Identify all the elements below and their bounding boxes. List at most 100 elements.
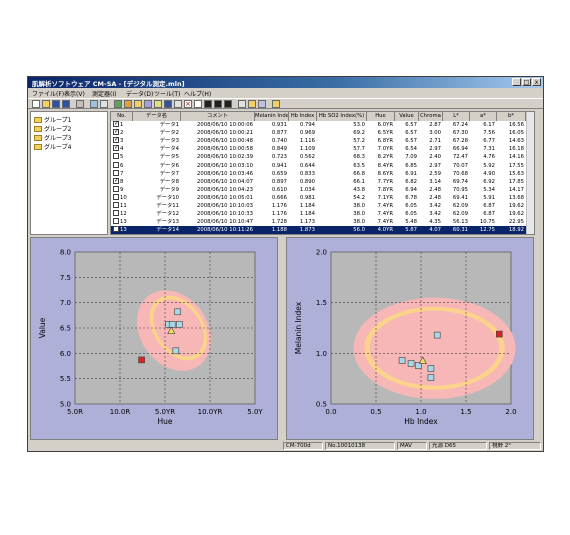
save-icon[interactable] — [52, 100, 60, 108]
menu-help[interactable]: ヘルプ(H) — [184, 89, 211, 98]
tree-item-group2[interactable]: グループ2 — [34, 124, 71, 133]
table-row[interactable]: 13 データ14 2008/06/10 10:11:26 1.188 1.873 56.0… — [111, 226, 526, 234]
column-header-hbso2[interactable]: Hb SO2 Index(%) — [317, 112, 367, 121]
flag-icon[interactable] — [224, 100, 232, 108]
edit-icon[interactable] — [154, 100, 162, 108]
open-folder-icon[interactable] — [42, 100, 50, 108]
chart-icon[interactable] — [114, 100, 122, 108]
minimize-button[interactable]: _ — [512, 78, 521, 86]
delete-icon[interactable]: × — [184, 100, 192, 108]
row-checkbox[interactable] — [113, 137, 119, 144]
column-header-comment[interactable]: コメント — [181, 112, 255, 121]
x-tick-label: 0.0 — [325, 408, 336, 416]
x-tick-label: 10.0YR — [198, 408, 223, 416]
menu-view[interactable]: 表示(V) — [64, 89, 85, 98]
row-number: 10 — [120, 194, 127, 201]
tree-item-group3[interactable]: グループ3 — [34, 133, 72, 142]
info-icon[interactable] — [164, 100, 172, 108]
y-tick-label: 1.5 — [316, 299, 327, 307]
tree-item-label: グループ3 — [44, 135, 72, 142]
copy-icon[interactable] — [144, 100, 152, 108]
status-serial: No.10010138 — [325, 442, 395, 450]
x-tick-label: 5.0R — [67, 408, 83, 416]
table-cell: 12.75 — [479, 227, 495, 234]
menu-data[interactable]: データ(D) — [126, 89, 153, 98]
row-checkbox[interactable] — [113, 153, 119, 160]
row-number: 7 — [120, 170, 124, 177]
row-number: 12 — [120, 211, 127, 218]
data-point — [427, 374, 435, 381]
data-point — [168, 321, 176, 328]
help-icon[interactable] — [272, 100, 280, 108]
print-icon[interactable] — [76, 100, 84, 108]
table-header: No. データ名 コメント Melanin Index Hb Index Hb SO2 I… — [111, 112, 526, 121]
x-axis-label: Hue — [157, 417, 172, 426]
menu-file[interactable]: ファイル(F) — [32, 89, 64, 98]
column-header-value[interactable]: Value — [395, 112, 419, 121]
column-header-chroma[interactable]: Chroma — [419, 112, 443, 121]
x-tick-label: 2.0 — [505, 408, 516, 416]
table-cell: 1.188 — [271, 227, 287, 234]
settings-icon[interactable] — [238, 100, 246, 108]
row-checkbox[interactable] — [113, 169, 119, 176]
row-checkbox[interactable] — [113, 210, 119, 217]
row-number: 13 — [120, 219, 127, 226]
tree-item-group1[interactable]: グループ1 — [34, 115, 71, 124]
x-tick-label: 0.5 — [370, 408, 381, 416]
row-checkbox[interactable] — [113, 202, 119, 208]
record-icon[interactable] — [204, 100, 212, 108]
tree-item-group4[interactable]: グループ4 — [34, 142, 71, 151]
maximize-button[interactable]: □ — [522, 78, 531, 86]
row-checkbox[interactable] — [113, 185, 119, 192]
data-point — [172, 347, 180, 355]
row-checkbox[interactable] — [113, 145, 119, 152]
y-tick-label: 5.0 — [60, 401, 71, 409]
table-cell: 13 — [111, 226, 133, 234]
measure-icon[interactable] — [90, 100, 98, 108]
menu-tools[interactable]: ツール(T) — [154, 89, 180, 98]
stop-icon[interactable] — [214, 100, 222, 108]
hb-melanin-panel: 0.0 0.5 1.0 1.5 2.0 0.5 1.0 1.5 2.0 Hb Index Melan… — [286, 237, 534, 440]
column-header-hue[interactable]: Hue — [367, 112, 395, 121]
menu-instrument[interactable]: 測定器(I) — [92, 89, 116, 98]
row-checkbox[interactable] — [113, 161, 119, 168]
row-checkbox[interactable] — [113, 121, 119, 128]
table-cell: 2008/06/10 10:11:26 — [196, 227, 253, 234]
save-as-icon[interactable] — [62, 100, 70, 108]
folder-icon[interactable] — [134, 100, 142, 108]
y-tick-label: 5.5 — [60, 375, 71, 383]
column-header-no[interactable]: No. — [111, 112, 133, 121]
column-header-hb[interactable]: Hb Index — [289, 112, 317, 121]
column-header-melanin[interactable]: Melanin Index — [255, 112, 289, 121]
row-number: 5 — [120, 154, 124, 161]
plot-area: 5.0R 10.0R 5.0YR 10.0YR 5.0Y 5.0 5.5 6.0 6.5 7.0 7… — [30, 237, 535, 440]
row-checkbox[interactable] — [113, 129, 119, 136]
row-checkbox[interactable] — [113, 226, 119, 233]
row-number: 6 — [120, 162, 124, 169]
new-file-icon[interactable] — [32, 100, 40, 108]
close-button[interactable]: x — [532, 78, 541, 86]
y-tick-label: 6.5 — [60, 325, 71, 333]
x-tick-label: 5.0Y — [247, 408, 263, 416]
confidence-ellipse — [369, 310, 500, 386]
pencil-icon[interactable] — [174, 100, 182, 108]
y-tick-label: 7.0 — [60, 299, 71, 307]
column-header-l[interactable]: L* — [443, 112, 470, 121]
row-checkbox[interactable] — [113, 193, 119, 200]
row-number: 3 — [120, 138, 124, 145]
row-checkbox[interactable] — [113, 218, 119, 225]
instrument-icon[interactable] — [100, 100, 108, 108]
data-point — [427, 365, 435, 372]
row-checkbox[interactable] — [113, 177, 119, 185]
zoom-icon[interactable] — [258, 100, 266, 108]
export-icon[interactable] — [248, 100, 256, 108]
folder-icon — [34, 117, 42, 123]
status-observer: 視野 2° — [489, 442, 541, 450]
data-point — [174, 308, 181, 316]
graph-icon[interactable] — [124, 100, 132, 108]
table-scrollbar[interactable] — [526, 112, 534, 234]
column-header-data-name[interactable]: データ名 — [133, 112, 181, 121]
grid-icon[interactable] — [194, 100, 202, 108]
column-header-a[interactable]: a* — [470, 112, 497, 121]
column-header-b[interactable]: b* — [497, 112, 526, 121]
